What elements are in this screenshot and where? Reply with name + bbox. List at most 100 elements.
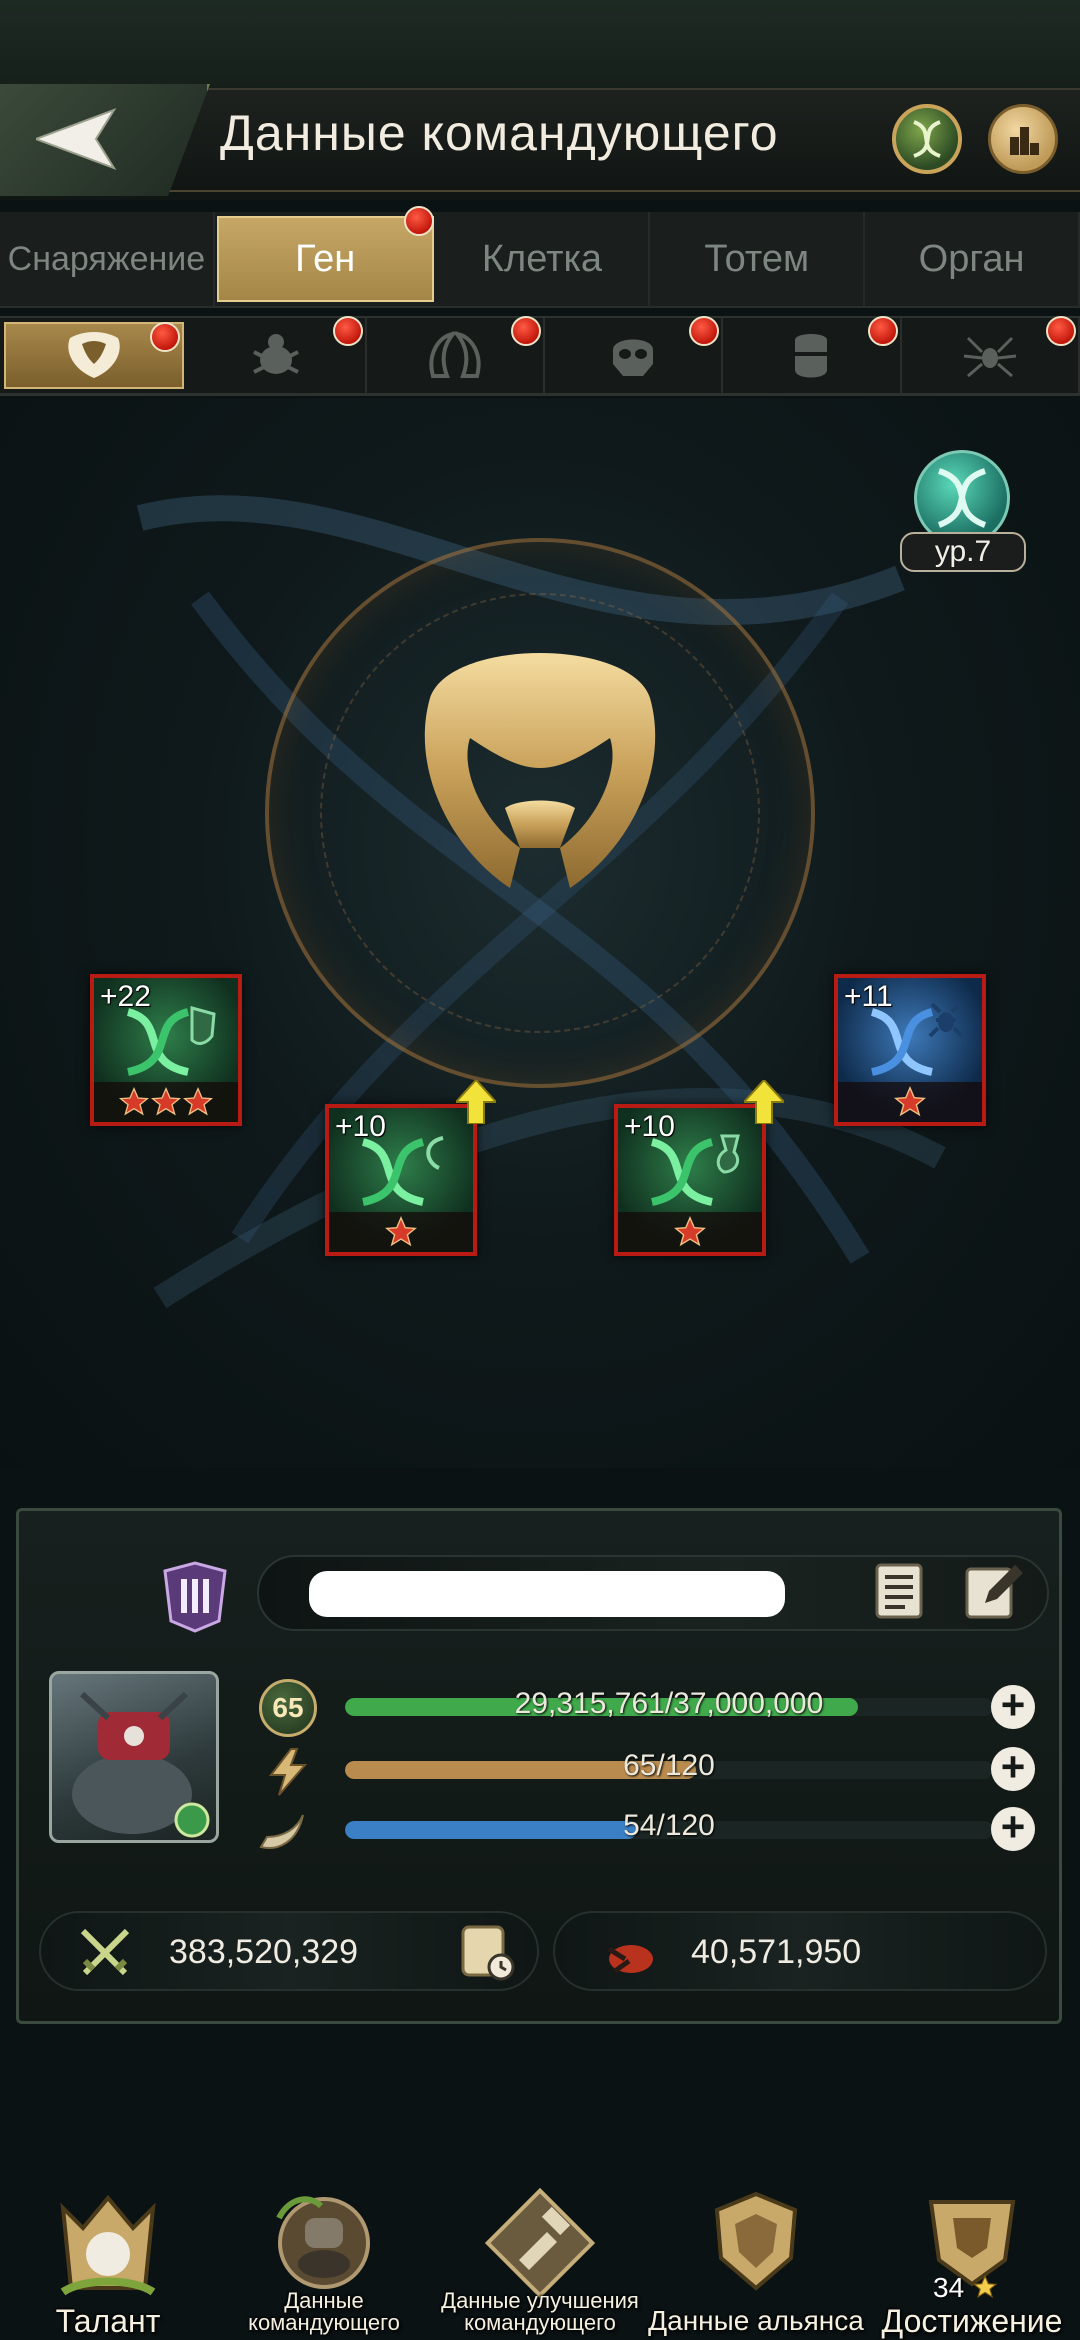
- lightning-icon: [268, 1748, 308, 1796]
- achievement-count: 34: [933, 2272, 998, 2304]
- rank-emblem-icon: [163, 1561, 227, 1633]
- notification-badge: [867, 316, 898, 346]
- nav-achievement[interactable]: 34 Достижение: [864, 2160, 1080, 2340]
- notification-badge: [332, 316, 363, 346]
- ranking-icon: [1010, 127, 1039, 155]
- gene-slot-1[interactable]: +22: [90, 974, 242, 1126]
- tab-equipment[interactable]: Снаряжение: [0, 212, 215, 306]
- nav-talent[interactable]: Талант: [0, 2160, 216, 2340]
- subtab-beetle[interactable]: [188, 316, 367, 393]
- achievement-count-value: 34: [933, 2272, 965, 2303]
- mandible-icon: [429, 330, 481, 378]
- subtab-spider[interactable]: [902, 316, 1080, 393]
- nav-alliance-data[interactable]: Данные альянса: [648, 2160, 864, 2340]
- dna-icon: [650, 1134, 740, 1206]
- commander-avatar[interactable]: [49, 1671, 219, 1843]
- gene-level-badge[interactable]: ур.7: [900, 450, 1026, 580]
- gene-level-text: +22: [100, 980, 151, 1013]
- player-name: [309, 1571, 785, 1617]
- subtab-horn-mask[interactable]: [4, 322, 185, 389]
- star-rating: [329, 1212, 473, 1252]
- nav-upgrade-data-label: Данные улучшения командующего: [441, 2288, 639, 2335]
- gene-slot-2[interactable]: +10: [325, 1104, 477, 1256]
- subtab-mandible[interactable]: [367, 316, 545, 393]
- star-icon: [894, 1086, 926, 1117]
- scroll-history-icon[interactable]: [455, 1921, 517, 1983]
- tab-totem[interactable]: Тотем: [650, 212, 866, 306]
- power-box: 383,520,329: [39, 1911, 539, 1991]
- nav-upgrade-data[interactable]: Данные улучшения командующего: [432, 2160, 648, 2340]
- spider-icon: [963, 336, 1016, 377]
- main-tabs: Снаряжение Ген Клетка Тотем Орган: [0, 206, 1080, 308]
- power-value: 383,520,329: [169, 1933, 359, 1971]
- dna-icon: [870, 1002, 962, 1076]
- nav-commander-data[interactable]: Данные командующего: [216, 2160, 432, 2340]
- star-icon: [150, 1086, 182, 1116]
- notification-badge: [689, 316, 720, 346]
- exp-text: 29,315,761/37,000,000: [514, 1687, 824, 1720]
- gene-icon[interactable]: [892, 104, 962, 174]
- skull-icon: [613, 339, 654, 376]
- horn-mask-emblem: [424, 653, 656, 888]
- upgrade-arrow-icon: [744, 1080, 784, 1124]
- page-title: Данные командующего: [220, 105, 779, 161]
- star-icon: [118, 1086, 150, 1116]
- nav-achievement-label: Достижение: [881, 2303, 1063, 2339]
- stamina-text: 65/120: [623, 1749, 715, 1782]
- commander-info-panel: 65 29,315,761/37,000,000 + 65/120 + 54/1…: [16, 1508, 1062, 2024]
- nav-commander-data-label: Данные командующего: [248, 2288, 400, 2335]
- beetle-icon: [253, 333, 300, 374]
- tab-label: Клетка: [481, 237, 603, 280]
- crossed-swords-icon: [80, 1928, 130, 1976]
- notification-badge: [510, 316, 541, 346]
- gene-category-tabs: [0, 316, 1080, 396]
- shield-head-icon: [795, 333, 828, 377]
- document-icon[interactable]: [871, 1561, 931, 1621]
- tab-label: Орган: [918, 237, 1025, 280]
- upgrade-arrow-icon: [456, 1080, 496, 1124]
- gene-level-text: +10: [624, 1110, 675, 1143]
- tab-label: Тотем: [704, 237, 810, 280]
- gene-stage: ур.7 +22 +10 +10 +11: [0, 398, 1080, 1468]
- commander-data-icon: [276, 2196, 370, 2289]
- notification-badge: [150, 322, 181, 352]
- nav-talent-label: Талант: [55, 2303, 161, 2339]
- star-icon: [972, 2274, 998, 2298]
- gene-level-text: +10: [335, 1110, 386, 1143]
- kills-box: 40,571,950: [553, 1911, 1047, 1991]
- horn-mask-icon: [68, 331, 120, 378]
- star-rating: [838, 1082, 982, 1122]
- star-icon: [674, 1216, 706, 1247]
- tab-organ[interactable]: Орган: [865, 212, 1080, 306]
- gene-level-label: ур.7: [900, 532, 1026, 572]
- add-energy-button[interactable]: +: [991, 1806, 1035, 1851]
- edit-name-icon[interactable]: [963, 1561, 1025, 1623]
- gene-slot-4[interactable]: +11: [834, 974, 986, 1126]
- talent-crown-icon: [60, 2194, 156, 2296]
- star-rating: [94, 1082, 238, 1122]
- tab-cell[interactable]: Клетка: [436, 212, 651, 306]
- tab-label: Снаряжение: [7, 239, 206, 278]
- upgrade-data-icon: [485, 2188, 595, 2298]
- star-icon: [385, 1216, 417, 1247]
- horn-icon: [259, 1814, 304, 1849]
- add-exp-button[interactable]: +: [991, 1684, 1035, 1729]
- kills-icon: [607, 1945, 653, 1974]
- alliance-shield-icon: [714, 2191, 798, 2291]
- star-rating: [618, 1212, 762, 1252]
- add-stamina-button[interactable]: +: [991, 1746, 1035, 1791]
- star-icon: [182, 1086, 214, 1116]
- tab-gene[interactable]: Ген: [216, 206, 434, 302]
- ranking-button[interactable]: [988, 104, 1058, 174]
- kills-value: 40,571,950: [691, 1933, 862, 1971]
- commander-level: 65: [259, 1679, 317, 1737]
- subtab-shield-head[interactable]: [723, 316, 902, 393]
- tab-label: Ген: [295, 237, 356, 280]
- notification-badge: [403, 206, 434, 236]
- dna-icon: [126, 1006, 216, 1076]
- gene-slot-3[interactable]: +10: [614, 1104, 766, 1256]
- subtab-skull[interactable]: [545, 316, 724, 393]
- notification-badge: [1045, 316, 1076, 346]
- back-arrow-icon: [36, 108, 117, 170]
- dna-icon: [361, 1136, 444, 1206]
